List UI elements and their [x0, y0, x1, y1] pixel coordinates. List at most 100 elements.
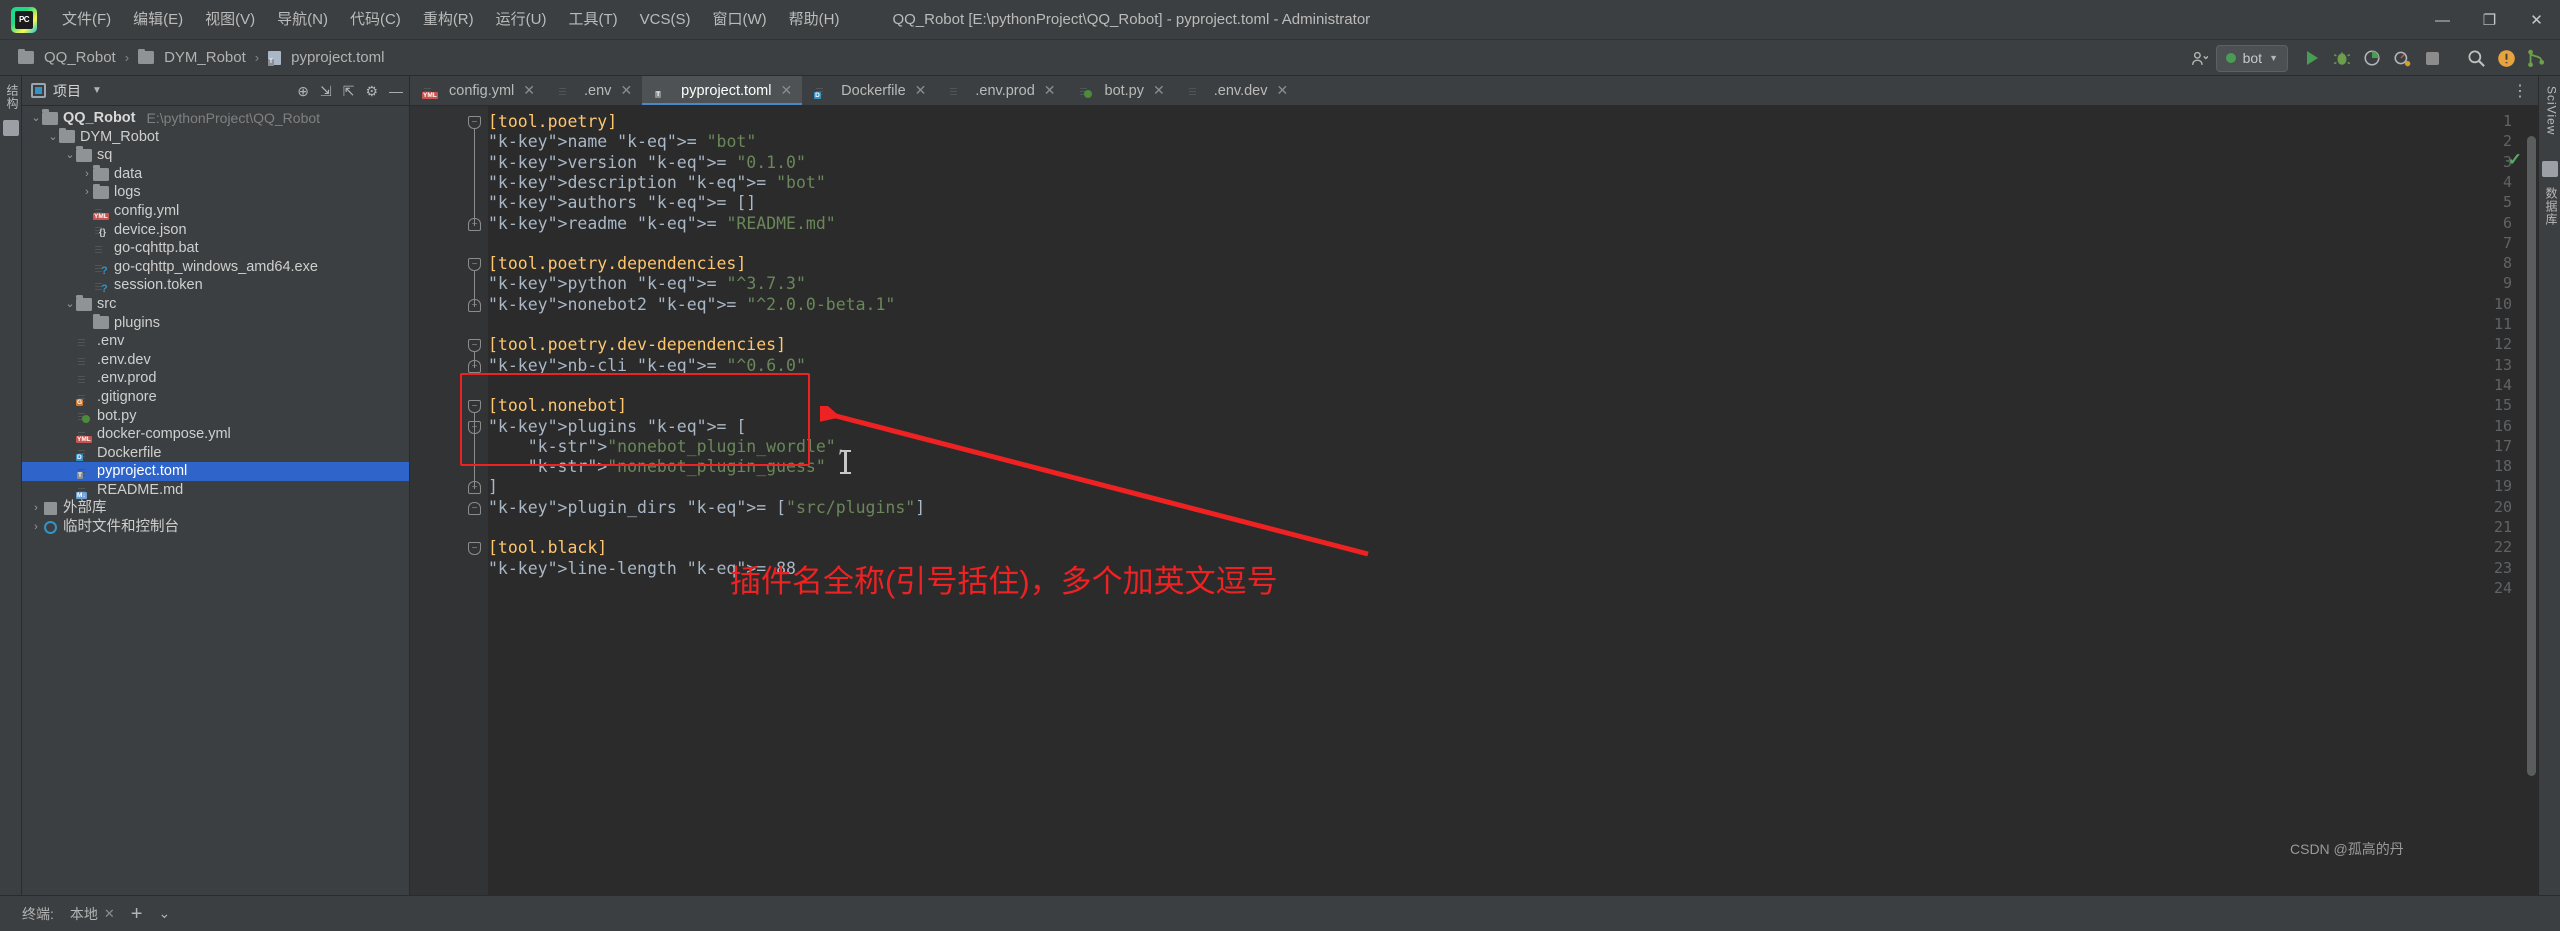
- tree-item--gitignore[interactable]: ·G .gitignore: [22, 388, 409, 407]
- collapse-all-icon[interactable]: ⇱: [343, 83, 355, 100]
- close-icon[interactable]: ✕: [620, 82, 632, 99]
- breadcrumb-item-file[interactable]: T pyproject.toml: [262, 47, 390, 68]
- menu-item-vcs[interactable]: VCS(S): [629, 0, 702, 40]
- chevron-down-icon[interactable]: ⌄: [30, 109, 42, 128]
- hide-panel-icon[interactable]: —: [389, 83, 403, 99]
- editor-tab-config-yml[interactable]: YML config.yml ✕: [410, 76, 545, 105]
- database-icon[interactable]: [2541, 161, 2558, 178]
- tree-item--env-prod[interactable]: · .env.prod: [22, 369, 409, 388]
- tree-item-config-yml[interactable]: ·YML config.yml: [22, 202, 409, 221]
- fold-collapse-icon[interactable]: −: [468, 542, 481, 556]
- close-icon[interactable]: ✕: [1276, 82, 1288, 99]
- run-button[interactable]: [2298, 44, 2326, 72]
- tree-item-go-cqhttp-windows-amd64-exe[interactable]: ·? go-cqhttp_windows_amd64.exe: [22, 258, 409, 277]
- debug-button[interactable]: [2328, 44, 2356, 72]
- editor-tab-dockerfile[interactable]: D Dockerfile ✕: [802, 76, 936, 105]
- menu-item-tools[interactable]: 工具(T): [557, 0, 628, 40]
- chevron-right-icon[interactable]: ›: [81, 183, 93, 202]
- chevron-right-icon[interactable]: ›: [30, 518, 42, 537]
- tree-item-pyproject-toml[interactable]: ·Tpyproject.toml: [22, 462, 409, 481]
- spacer-icon: ·: [81, 314, 93, 333]
- search-everywhere-button[interactable]: [2462, 44, 2490, 72]
- tree-item-readme-md[interactable]: ·M↓ README.md: [22, 481, 409, 500]
- close-icon[interactable]: ✕: [1153, 82, 1165, 99]
- menu-item-run[interactable]: 运行(U): [485, 0, 558, 40]
- fold-end-icon[interactable]: −: [468, 501, 481, 515]
- stripe-item-database[interactable]: 数据库: [2543, 187, 2560, 226]
- editor-tabs-more-button[interactable]: ⋮: [2512, 76, 2530, 106]
- user-account-icon[interactable]: [2186, 44, 2214, 72]
- run-with-coverage-button[interactable]: [2358, 44, 2386, 72]
- run-configuration-selector[interactable]: bot ▼: [2215, 44, 2288, 72]
- chevron-down-icon[interactable]: ⌄: [64, 146, 76, 165]
- close-icon[interactable]: ✕: [523, 82, 535, 99]
- close-button[interactable]: ✕: [2513, 0, 2560, 40]
- menu-item-window[interactable]: 窗口(W): [701, 0, 777, 40]
- tree-item-src[interactable]: ⌄ src: [22, 295, 409, 314]
- tree-item--env[interactable]: · .env: [22, 332, 409, 351]
- tree-item-qq-robot[interactable]: ⌄ QQ_Robot E:\pythonProject\QQ_Robot: [22, 109, 409, 128]
- tree-item-session-token[interactable]: ·? session.token: [22, 276, 409, 295]
- maximize-button[interactable]: ❐: [2466, 0, 2513, 40]
- tree-item--env-dev[interactable]: · .env.dev: [22, 351, 409, 370]
- chevron-right-icon[interactable]: ›: [81, 165, 93, 184]
- editor-tab-strip[interactable]: YML config.yml ✕ .env ✕ Tpyproject.toml ✕ D Dock…: [410, 76, 2538, 106]
- menu-item-edit[interactable]: 编辑(E): [122, 0, 194, 40]
- terminal-dropdown-button[interactable]: ⌄: [158, 905, 170, 922]
- favorites-icon[interactable]: [2, 120, 19, 136]
- menu-item-file[interactable]: 文件(F): [51, 0, 122, 40]
- add-terminal-button[interactable]: +: [131, 904, 143, 924]
- settings-gear-icon[interactable]: ⚙: [365, 83, 378, 100]
- chevron-right-icon[interactable]: ›: [30, 499, 42, 518]
- tree-item-plugins[interactable]: · plugins: [22, 313, 409, 333]
- menu-item-code[interactable]: 代码(C): [339, 0, 412, 40]
- editor-tab-pyproject-toml[interactable]: Tpyproject.toml ✕: [642, 76, 803, 105]
- breadcrumb-item-project[interactable]: QQ_Robot: [12, 47, 122, 68]
- tree-item-bot-py[interactable]: · bot.py: [22, 407, 409, 426]
- stripe-item-sciview[interactable]: SciView: [2545, 86, 2559, 135]
- inspection-status-badge[interactable]: ✓: [2508, 150, 2522, 170]
- chevron-down-icon[interactable]: ⌄: [47, 128, 59, 147]
- stripe-item-structure[interactable]: 结构: [4, 84, 21, 110]
- git-branch-icon[interactable]: [2522, 44, 2550, 72]
- editor-tab--env-prod[interactable]: .env.prod ✕: [936, 76, 1065, 105]
- terminal-session-tab[interactable]: 本地 ✕: [70, 904, 115, 924]
- tree-item-dym-robot[interactable]: ⌄ DYM_Robot: [22, 127, 409, 147]
- menu-item-refactor[interactable]: 重构(R): [412, 0, 485, 40]
- chevron-down-icon[interactable]: ⌄: [64, 295, 76, 314]
- right-tool-stripe: SciView 数据库: [2538, 76, 2560, 895]
- editor-tab--env-dev[interactable]: .env.dev ✕: [1175, 76, 1298, 105]
- code-content[interactable]: [tool.poetry] "k-key">name "k-eq">= "bot"…: [488, 106, 2538, 895]
- close-icon[interactable]: ✕: [1044, 82, 1056, 99]
- tree-item--[interactable]: › 外部库: [22, 499, 409, 518]
- tree-item-go-cqhttp-bat[interactable]: · go-cqhttp.bat: [22, 239, 409, 258]
- editor-vertical-scrollbar[interactable]: [2527, 136, 2536, 776]
- ide-update-icon[interactable]: [2492, 44, 2520, 72]
- code-editor[interactable]: 1 2 3 4 5 6 7 8 9 10 11 12 13 14 15 16 17 18 19 20 21 22 23 24 …: [410, 106, 2538, 895]
- tree-item-data[interactable]: › data: [22, 165, 409, 184]
- menu-item-navigate[interactable]: 导航(N): [266, 0, 339, 40]
- tree-item--[interactable]: › 临时文件和控制台: [22, 518, 409, 537]
- project-file-tree[interactable]: ⌄ QQ_Robot E:\pythonProject\QQ_Robot ⌄ DYM_R…: [22, 106, 409, 537]
- close-icon[interactable]: ✕: [915, 82, 927, 99]
- profile-button[interactable]: [2388, 44, 2416, 72]
- editor-tab-label: .env.dev: [1213, 82, 1268, 99]
- tree-item-docker-compose-yml[interactable]: ·YML docker-compose.yml: [22, 425, 409, 444]
- breadcrumb-item-module[interactable]: DYM_Robot: [132, 47, 252, 68]
- menu-item-help[interactable]: 帮助(H): [778, 0, 851, 40]
- editor-tab--env[interactable]: .env ✕: [545, 76, 642, 105]
- tree-item-sq[interactable]: ⌄ sq: [22, 146, 409, 165]
- close-icon[interactable]: ✕: [780, 82, 792, 99]
- minimize-button[interactable]: —: [2419, 0, 2466, 40]
- close-icon[interactable]: ✕: [104, 906, 115, 922]
- tree-item-device-json[interactable]: · {} device.json: [22, 221, 409, 240]
- menu-item-view[interactable]: 视图(V): [194, 0, 266, 40]
- chevron-down-icon[interactable]: ▼: [92, 85, 102, 96]
- locate-file-icon[interactable]: ⊕: [297, 83, 309, 100]
- tree-item-logs[interactable]: › logs: [22, 183, 409, 202]
- editor-tab-bot-py[interactable]: bot.py ✕: [1066, 76, 1175, 105]
- terminal-tool-label[interactable]: 终端:: [22, 904, 54, 924]
- stop-button[interactable]: [2418, 44, 2446, 72]
- tree-item-dockerfile[interactable]: ·D Dockerfile: [22, 444, 409, 463]
- expand-all-icon[interactable]: ⇲: [320, 83, 332, 100]
